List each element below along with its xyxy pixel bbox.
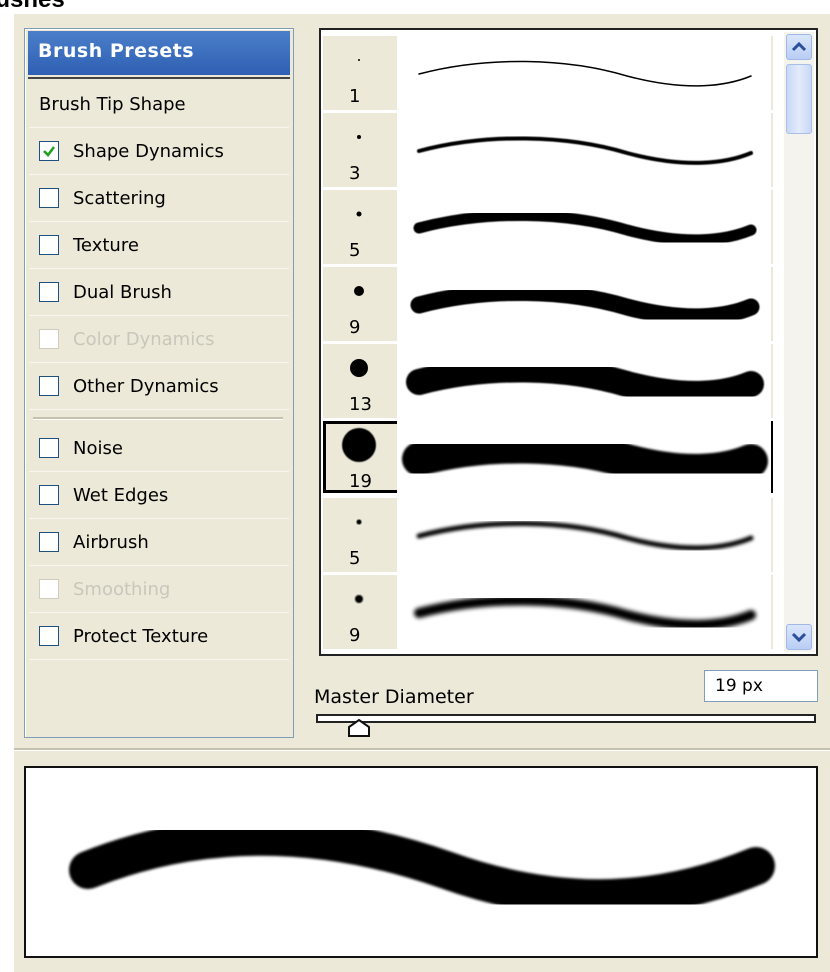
option-label: Dual Brush (73, 282, 172, 303)
brush-preset-5[interactable]: 13 (323, 344, 773, 418)
brush-options-list: Brush Presets Brush Tip Shape Shape Dynam… (24, 28, 294, 738)
checkbox[interactable] (39, 282, 59, 302)
brush-preset-3[interactable]: 5 (323, 190, 773, 264)
option-shape-dynamics[interactable]: Shape Dynamics (29, 130, 289, 175)
option-dual-brush[interactable]: Dual Brush (29, 271, 289, 316)
option-label: Smoothing (73, 579, 171, 600)
checkbox[interactable] (39, 141, 59, 161)
option-label: Wet Edges (73, 485, 169, 506)
scroll-up-button[interactable] (786, 34, 812, 60)
option-scattering[interactable]: Scattering (29, 177, 289, 222)
checkbox[interactable] (39, 188, 59, 208)
master-diameter-value[interactable] (705, 671, 817, 701)
option-protect-texture[interactable]: Protect Texture (29, 615, 289, 660)
master-diameter-input[interactable] (704, 670, 818, 702)
brush-stroke-sample (397, 421, 771, 495)
brush-presets-label: Brush Presets (38, 40, 195, 62)
option-label: Noise (73, 438, 123, 459)
chevron-down-icon (791, 632, 807, 643)
brush-size-label: 5 (349, 548, 361, 569)
brush-size-label: 5 (349, 240, 361, 261)
header-rule (28, 77, 290, 79)
option-noise[interactable]: Noise (29, 427, 289, 472)
master-diameter-label: Master Diameter (314, 686, 474, 708)
brush-stroke-sample (397, 575, 771, 649)
option-airbrush[interactable]: Airbrush (29, 521, 289, 566)
option-wet-edges[interactable]: Wet Edges (29, 474, 289, 519)
brush-presets-header[interactable]: Brush Presets (28, 31, 290, 75)
checkbox[interactable] (39, 485, 59, 505)
option-label: Scattering (73, 188, 166, 209)
checkbox[interactable] (39, 626, 59, 646)
brush-preset-4[interactable]: 9 (323, 267, 773, 341)
brush-stroke-sample (397, 36, 771, 110)
brush-stroke-sample (397, 498, 771, 572)
chevron-up-icon (791, 41, 807, 52)
option-other-dynamics[interactable]: Other Dynamics (29, 365, 289, 410)
option-label: Shape Dynamics (73, 141, 224, 162)
option-label: Brush Tip Shape (39, 94, 186, 115)
brush-preset-list: 1 3 5 9 13 19 5 9 (319, 28, 818, 656)
option-smoothing: Smoothing (29, 568, 289, 613)
scroll-down-button[interactable] (786, 624, 812, 650)
brush-size-label: 1 (349, 86, 361, 107)
option-label: Airbrush (73, 532, 149, 553)
brush-stroke-sample (397, 190, 771, 264)
brush-stroke-sample (397, 267, 771, 341)
option-texture[interactable]: Texture (29, 224, 289, 269)
checkmark-icon (43, 146, 56, 157)
brush-stroke-sample (397, 113, 771, 187)
scroll-thumb[interactable] (786, 64, 812, 134)
master-diameter-slider[interactable] (316, 714, 816, 723)
brush-preset-1[interactable]: 1 (323, 36, 773, 110)
checkbox[interactable] (39, 376, 59, 396)
options-separator (33, 417, 283, 420)
brush-size-label: 9 (349, 317, 361, 338)
brush-list-scrollbar[interactable] (784, 32, 814, 652)
option-label: Color Dynamics (73, 329, 215, 350)
brush-preset-2[interactable]: 3 (323, 113, 773, 187)
brush-preset-7[interactable]: 5 (323, 498, 773, 572)
window-title: rushes (0, 0, 65, 14)
brush-size-label: 19 (349, 471, 372, 492)
brush-preset-8[interactable]: 9 (323, 575, 773, 649)
checkbox (39, 329, 59, 349)
option-label: Protect Texture (73, 626, 209, 647)
slider-handle[interactable] (348, 719, 370, 737)
panel-divider (14, 748, 830, 751)
option-label: Other Dynamics (73, 376, 219, 397)
checkbox[interactable] (39, 235, 59, 255)
brush-size-label: 3 (349, 163, 361, 184)
option-brush-tip-shape[interactable]: Brush Tip Shape (29, 83, 289, 128)
option-label: Texture (73, 235, 139, 256)
stroke-preview (24, 766, 818, 958)
checkbox (39, 579, 59, 599)
checkbox[interactable] (39, 532, 59, 552)
brush-size-label: 9 (349, 625, 361, 646)
brush-size-label: 13 (349, 394, 372, 415)
brush-preset-6[interactable]: 19 (323, 421, 773, 495)
checkbox[interactable] (39, 438, 59, 458)
option-color-dynamics: Color Dynamics (29, 318, 289, 363)
preview-stroke-graphic (69, 817, 775, 918)
brushes-panel: Brush Presets Brush Tip Shape Shape Dynam… (14, 14, 830, 972)
brush-stroke-sample (397, 344, 771, 418)
